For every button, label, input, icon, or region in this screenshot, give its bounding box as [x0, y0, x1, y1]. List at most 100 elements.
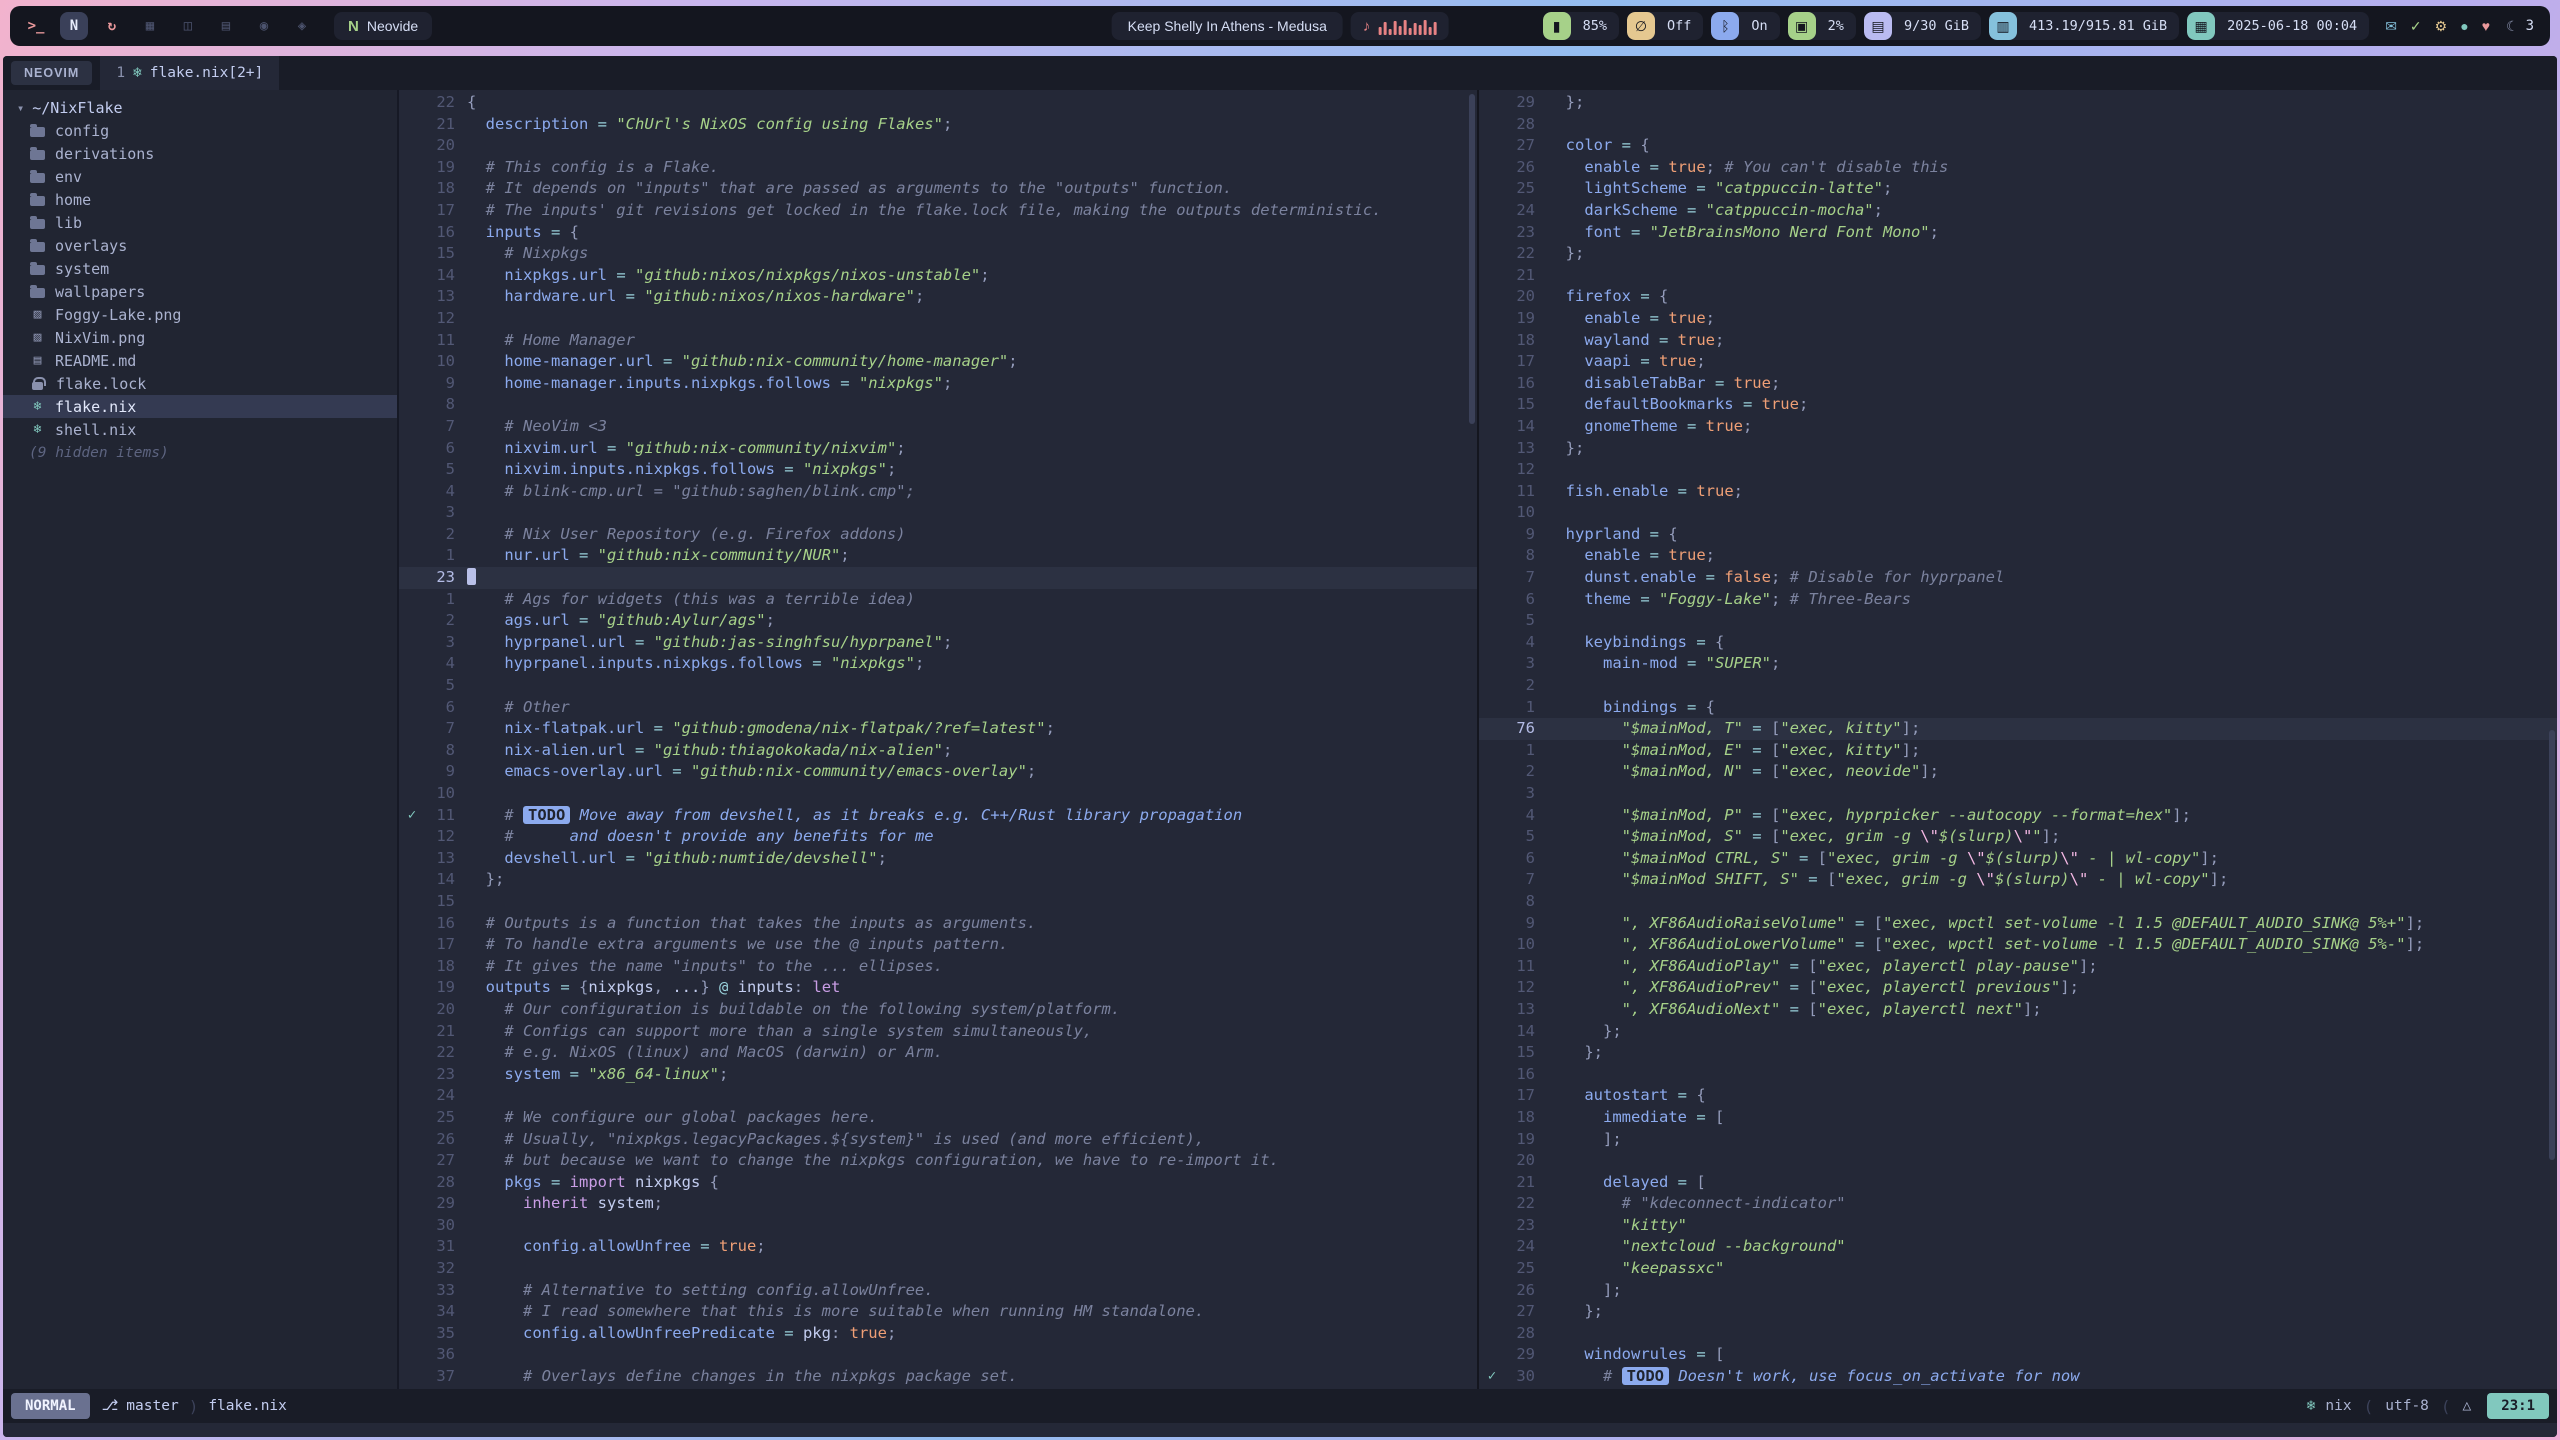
media-player-module[interactable]: Keep Shelly In Athens - Medusa ♪ [1112, 12, 1449, 40]
code-line[interactable]: 21 description = "ChUrl's NixOS config u… [399, 114, 1477, 136]
code-line[interactable]: ✓30 # TODO Doesn't work, use focus_on_ac… [1479, 1366, 2557, 1388]
code-line[interactable]: 8 nix-alien.url = "github:thiagokokada/n… [399, 740, 1477, 762]
code-line[interactable]: 23 font = "JetBrainsMono Nerd Font Mono"… [1479, 222, 2557, 244]
tree-item-lib[interactable]: lib [3, 211, 397, 234]
tree-item-nixvim-png[interactable]: ▨NixVim.png [3, 326, 397, 349]
code-line[interactable]: 24 [399, 1085, 1477, 1107]
terminal-icon[interactable]: >_ [22, 12, 50, 40]
code-line[interactable]: 4 "$mainMod, P" = ["exec, hyprpicker --a… [1479, 805, 2557, 827]
code-line[interactable]: 16 [1479, 1064, 2557, 1086]
code-line[interactable]: 26 ]; [1479, 1280, 2557, 1302]
active-window-pill[interactable]: N Neovide [334, 12, 432, 40]
code-line[interactable]: 14 gnomeTheme = true; [1479, 416, 2557, 438]
code-line[interactable]: 12 ", XF86AudioPrev" = ["exec, playerctl… [1479, 977, 2557, 999]
code-line[interactable]: 21 # Configs can support more than a sin… [399, 1021, 1477, 1043]
tree-root[interactable]: ▾ ~/NixFlake [3, 96, 397, 119]
mail-icon[interactable]: ✉ [2385, 18, 2397, 35]
code-line[interactable]: 11 ", XF86AudioPlay" = ["exec, playerctl… [1479, 956, 2557, 978]
code-line[interactable]: 5 [399, 675, 1477, 697]
editor-pane-left[interactable]: 22{21 description = "ChUrl's NixOS confi… [399, 90, 1479, 1389]
code-line[interactable]: 28 [1479, 114, 2557, 136]
code-line[interactable]: 17 # To handle extra arguments we use th… [399, 934, 1477, 956]
tree-item-foggy-lake-png[interactable]: ▨Foggy-Lake.png [3, 303, 397, 326]
code-line[interactable]: ✓11 # TODO Move away from devshell, as i… [399, 805, 1477, 827]
dot-icon[interactable]: ● [2460, 18, 2468, 34]
code-line[interactable]: 18 # It depends on "inputs" that are pas… [399, 178, 1477, 200]
code-line[interactable]: 23 "kitty" [1479, 1215, 2557, 1237]
code-line[interactable]: 22 # e.g. NixOS (linux) and MacOS (darwi… [399, 1042, 1477, 1064]
code-line[interactable]: 21 [1479, 265, 2557, 287]
code-line[interactable]: 10 [1479, 502, 2557, 524]
code-line[interactable]: 1 "$mainMod, E" = ["exec, kitty"]; [1479, 740, 2557, 762]
code-line[interactable]: 17 # The inputs' git revisions get locke… [399, 200, 1477, 222]
code-line[interactable]: 20 [1479, 1150, 2557, 1172]
code-line[interactable]: 24 darkScheme = "catppuccin-mocha"; [1479, 200, 2557, 222]
code-line[interactable]: 37 # Overlays define changes in the nixp… [399, 1366, 1477, 1388]
code-line[interactable]: 2 "$mainMod, N" = ["exec, neovide"]; [1479, 761, 2557, 783]
code-line[interactable]: 27 color = { [1479, 135, 2557, 157]
code-line[interactable]: 5 "$mainMod, S" = ["exec, grim -g \"$(sl… [1479, 826, 2557, 848]
code-line[interactable]: 22{ [399, 92, 1477, 114]
tree-item-overlays[interactable]: overlays [3, 234, 397, 257]
code-line[interactable]: 28 [1479, 1323, 2557, 1345]
bluetooth-module[interactable]: ᛒOn [1711, 12, 1779, 40]
code-line[interactable]: 29 windowrules = [ [1479, 1344, 2557, 1366]
code-line[interactable]: 15 # Nixpkgs [399, 243, 1477, 265]
refresh-icon[interactable]: ↻ [98, 12, 126, 40]
code-line[interactable]: 2 [1479, 675, 2557, 697]
code-line[interactable]: 19 # This config is a Flake. [399, 157, 1477, 179]
tree-item-system[interactable]: system [3, 257, 397, 280]
code-line[interactable]: 13 hardware.url = "github:nixos/nixos-ha… [399, 286, 1477, 308]
code-line[interactable]: 9 ", XF86AudioRaiseVolume" = ["exec, wpc… [1479, 913, 2557, 935]
code-line[interactable]: 4 # blink-cmp.url = "github:saghen/blink… [399, 481, 1477, 503]
code-line[interactable]: 24 "nextcloud --background" [1479, 1236, 2557, 1258]
code-line[interactable]: 13 }; [1479, 438, 2557, 460]
code-line[interactable]: 6 "$mainMod CTRL, S" = ["exec, grim -g \… [1479, 848, 2557, 870]
tree-item-wallpapers[interactable]: wallpapers [3, 280, 397, 303]
code-line[interactable]: 15 defaultBookmarks = true; [1479, 394, 2557, 416]
code-line[interactable]: 1 nur.url = "github:nix-community/NUR"; [399, 545, 1477, 567]
code-line[interactable]: 33 # Alternative to setting config.allow… [399, 1280, 1477, 1302]
neovide-icon[interactable]: N [60, 12, 88, 40]
app-diamond-icon[interactable]: ◈ [288, 12, 316, 40]
code-line[interactable]: 22 }; [1479, 243, 2557, 265]
code-line[interactable]: 16 inputs = { [399, 222, 1477, 244]
code-line[interactable]: 16 # Outputs is a function that takes th… [399, 913, 1477, 935]
code-line[interactable]: 13 ", XF86AudioNext" = ["exec, playerctl… [1479, 999, 2557, 1021]
tab-flake-nix[interactable]: 1 ❄ flake.nix[2+] [100, 56, 279, 90]
code-line[interactable]: 22 # "kdeconnect-indicator" [1479, 1193, 2557, 1215]
code-line[interactable]: 9 home-manager.inputs.nixpkgs.follows = … [399, 373, 1477, 395]
gear-icon[interactable]: ⚙ [2435, 18, 2448, 35]
code-line[interactable]: 35 config.allowUnfreePredicate = pkg: tr… [399, 1323, 1477, 1345]
now-playing-title[interactable]: Keep Shelly In Athens - Medusa [1112, 12, 1343, 40]
code-line[interactable]: 3 hyprpanel.url = "github:jas-singhfsu/h… [399, 632, 1477, 654]
tree-item-derivations[interactable]: derivations [3, 142, 397, 165]
right-pane-scrollbar[interactable] [2549, 730, 2555, 1160]
code-line[interactable]: 3 [1479, 783, 2557, 805]
code-line[interactable]: 16 disableTabBar = true; [1479, 373, 2557, 395]
code-line[interactable]: 14 nixpkgs.url = "github:nixos/nixpkgs/n… [399, 265, 1477, 287]
code-line[interactable]: 5 nixvim.inputs.nixpkgs.follows = "nixpk… [399, 459, 1477, 481]
code-line[interactable]: 26 enable = true; # You can't disable th… [1479, 157, 2557, 179]
clock-module[interactable]: ▦2025-06-18 00:04 [2187, 12, 2369, 40]
code-line[interactable]: 21 delayed = [ [1479, 1172, 2557, 1194]
code-line[interactable]: 12 # and doesn't provide any benefits fo… [399, 826, 1477, 848]
notifications-module[interactable]: ☾ 3 [2506, 18, 2538, 35]
code-line[interactable]: 6 theme = "Foggy-Lake"; # Three-Bears [1479, 589, 2557, 611]
code-line[interactable]: 14 }; [399, 869, 1477, 891]
tree-item-config[interactable]: config [3, 119, 397, 142]
code-line[interactable]: 10 home-manager.url = "github:nix-commun… [399, 351, 1477, 373]
code-line[interactable]: 13 devshell.url = "github:numtide/devshe… [399, 848, 1477, 870]
code-line[interactable]: 11 # Home Manager [399, 330, 1477, 352]
code-line[interactable]: 9 emacs-overlay.url = "github:nix-commun… [399, 761, 1477, 783]
code-line[interactable]: 36 [399, 1344, 1477, 1366]
tree-item-flake-nix[interactable]: ❄flake.nix [3, 395, 397, 418]
heart-icon[interactable]: ♥ [2482, 18, 2490, 34]
code-line[interactable]: 8 [399, 394, 1477, 416]
code-line[interactable]: 27 }; [1479, 1301, 2557, 1323]
code-line[interactable]: 2 ags.url = "github:Aylur/ags"; [399, 610, 1477, 632]
code-line[interactable]: 19 outputs = {nixpkgs, ...} @ inputs: le… [399, 977, 1477, 999]
code-line[interactable]: 25 # We configure our global packages he… [399, 1107, 1477, 1129]
check-icon[interactable]: ✓ [2410, 18, 2422, 35]
code-line[interactable]: 76 "$mainMod, T" = ["exec, kitty"]; [1479, 718, 2557, 740]
